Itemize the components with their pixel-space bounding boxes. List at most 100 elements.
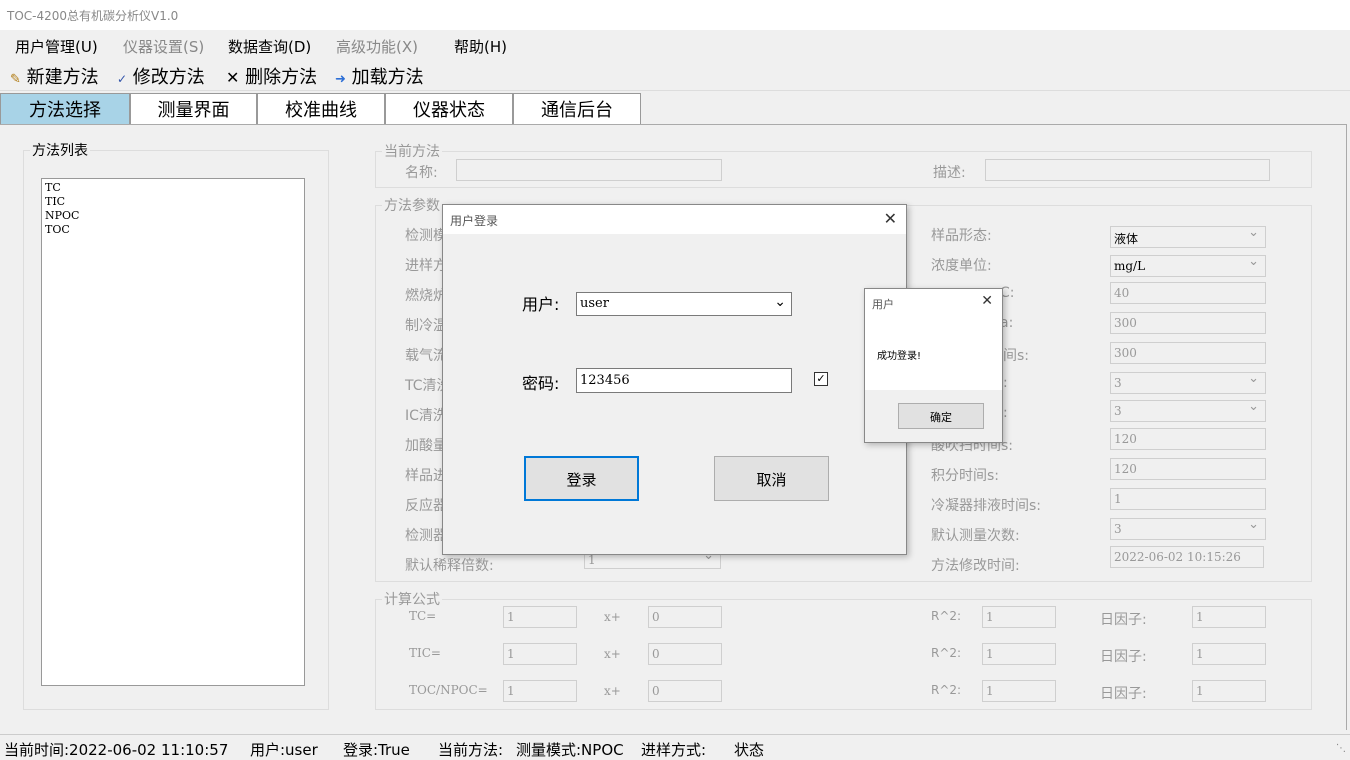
- current-method-legend: 当前方法: [384, 144, 440, 160]
- desc-label: 描述:: [933, 165, 966, 181]
- param-field[interactable]: 300: [1110, 312, 1266, 334]
- slope-field[interactable]: 1: [503, 680, 577, 702]
- load-icon: ➜: [335, 72, 346, 87]
- menu-advanced[interactable]: 高级功能(X): [336, 36, 418, 57]
- list-item[interactable]: TIC: [45, 195, 301, 209]
- ok-button[interactable]: 确定: [898, 403, 984, 429]
- slope-field[interactable]: 1: [503, 606, 577, 628]
- list-item[interactable]: NPOC: [45, 209, 301, 223]
- param-label: 样品进: [405, 468, 447, 484]
- modified-time-field[interactable]: 2022-06-02 10:15:26: [1110, 546, 1264, 568]
- offset-field[interactable]: 0: [648, 606, 722, 628]
- menu-instrument[interactable]: 仪器设置(S): [123, 36, 204, 57]
- param-label: :: [1003, 375, 1008, 391]
- password-input[interactable]: 123456: [576, 368, 792, 393]
- param-label: 检测模: [405, 228, 447, 244]
- factor-field[interactable]: 1: [1192, 680, 1266, 702]
- menu-user[interactable]: 用户管理(U): [15, 36, 98, 57]
- show-password-checkbox[interactable]: ✓: [814, 372, 828, 386]
- slope-field[interactable]: 1: [503, 643, 577, 665]
- method-params-legend: 方法参数: [384, 198, 440, 214]
- new-method-label: 新建方法: [26, 67, 99, 88]
- login-dialog: 用户登录 ✕ 用户: user ⌄ 密码: 123456 ✓ 登录 取消: [442, 204, 907, 555]
- formula-legend: 计算公式: [384, 592, 440, 608]
- resize-grip-icon[interactable]: ⋱: [1336, 743, 1346, 754]
- delete-method-button[interactable]: ✕ 删除方法: [226, 63, 317, 89]
- password-label: 密码:: [522, 374, 560, 393]
- tab-measure[interactable]: 测量界面: [130, 93, 257, 125]
- factor-field[interactable]: 1: [1192, 643, 1266, 665]
- login-button[interactable]: 登录: [524, 456, 639, 501]
- close-icon[interactable]: ✕: [884, 209, 897, 228]
- menu-data[interactable]: 数据查询(D): [228, 36, 311, 57]
- param-label: 样品形态:: [931, 228, 992, 244]
- name-field[interactable]: [456, 159, 722, 181]
- delete-icon: ✕: [226, 68, 240, 87]
- load-method-button[interactable]: ➜ 加载方法: [335, 63, 424, 89]
- tab-comm[interactable]: 通信后台: [513, 93, 641, 125]
- user-select[interactable]: user ⌄: [576, 292, 792, 316]
- dilution-label: 默认稀释倍数:: [405, 558, 494, 574]
- r2-label: R^2:: [931, 683, 962, 697]
- status-time: 当前时间:2022-06-02 11:10:57: [4, 741, 229, 759]
- param-label: 检测器: [405, 528, 447, 544]
- offset-field[interactable]: 0: [648, 680, 722, 702]
- method-listbox[interactable]: TC TIC NPOC TOC: [41, 178, 305, 686]
- formula-name: TIC=: [409, 646, 441, 660]
- sample-form-select[interactable]: 液体: [1110, 225, 1266, 248]
- param-field[interactable]: 120: [1110, 458, 1266, 480]
- param-field[interactable]: 1: [1110, 488, 1266, 510]
- x-plus-label: x+: [604, 647, 621, 661]
- delete-method-label: 删除方法: [245, 67, 318, 88]
- toolbar: ✎ 新建方法 ✓ 修改方法 ✕ 删除方法 ➜ 加载方法: [0, 61, 1350, 91]
- user-label: 用户:: [522, 295, 560, 314]
- r2-field[interactable]: 1: [982, 643, 1056, 665]
- new-method-button[interactable]: ✎ 新建方法: [10, 63, 99, 89]
- r2-field[interactable]: 1: [982, 606, 1056, 628]
- factor-label: 日因子:: [1100, 649, 1147, 665]
- edit-icon: ✓: [117, 72, 128, 86]
- param-label: 浓度单位:: [931, 258, 992, 274]
- close-icon[interactable]: ✕: [981, 293, 993, 309]
- factor-field[interactable]: 1: [1192, 606, 1266, 628]
- name-label: 名称:: [405, 165, 438, 181]
- param-label: 冷凝器排液时间s:: [931, 498, 1042, 514]
- load-method-label: 加载方法: [351, 67, 424, 88]
- edit-method-button[interactable]: ✓ 修改方法: [117, 63, 205, 89]
- status-method: 当前方法:: [438, 741, 504, 759]
- measure-count-select[interactable]: 3: [1110, 517, 1266, 540]
- param-label: 载气流: [405, 348, 447, 364]
- status-mode: 测量模式:NPOC: [516, 741, 624, 759]
- param-field[interactable]: 40: [1110, 282, 1266, 304]
- param-select[interactable]: 3: [1110, 371, 1266, 394]
- x-plus-label: x+: [604, 684, 621, 698]
- r2-label: R^2:: [931, 646, 962, 660]
- tab-method-select[interactable]: 方法选择: [0, 93, 130, 125]
- window-title: TOC-4200总有机碳分析仪V1.0: [0, 0, 1350, 30]
- list-item[interactable]: TC: [45, 181, 301, 195]
- param-label: 制冷温: [405, 318, 447, 334]
- unit-select[interactable]: mg/L: [1110, 254, 1266, 277]
- chevron-down-icon: ⌄: [774, 294, 786, 310]
- param-label: 燃烧炉: [405, 288, 447, 304]
- param-label: 进样方: [405, 258, 447, 274]
- factor-label: 日因子:: [1100, 686, 1147, 702]
- cancel-button[interactable]: 取消: [714, 456, 829, 501]
- param-label: :: [1003, 405, 1008, 421]
- offset-field[interactable]: 0: [648, 643, 722, 665]
- param-label: 方法修改时间:: [931, 558, 1020, 574]
- param-select[interactable]: 3: [1110, 399, 1266, 422]
- param-label: 加酸量: [405, 438, 447, 454]
- tab-strip: 方法选择 测量界面 校准曲线 仪器状态 通信后台: [0, 93, 1350, 125]
- status-inject: 进样方式:: [641, 741, 707, 759]
- login-dialog-title: 用户登录: [443, 205, 906, 234]
- factor-label: 日因子:: [1100, 612, 1147, 628]
- menu-help[interactable]: 帮助(H): [454, 36, 507, 57]
- param-field[interactable]: 300: [1110, 342, 1266, 364]
- r2-field[interactable]: 1: [982, 680, 1056, 702]
- tab-calibration[interactable]: 校准曲线: [257, 93, 385, 125]
- param-field[interactable]: 120: [1110, 428, 1266, 450]
- list-item[interactable]: TOC: [45, 223, 301, 237]
- desc-field[interactable]: [985, 159, 1270, 181]
- tab-status[interactable]: 仪器状态: [385, 93, 513, 125]
